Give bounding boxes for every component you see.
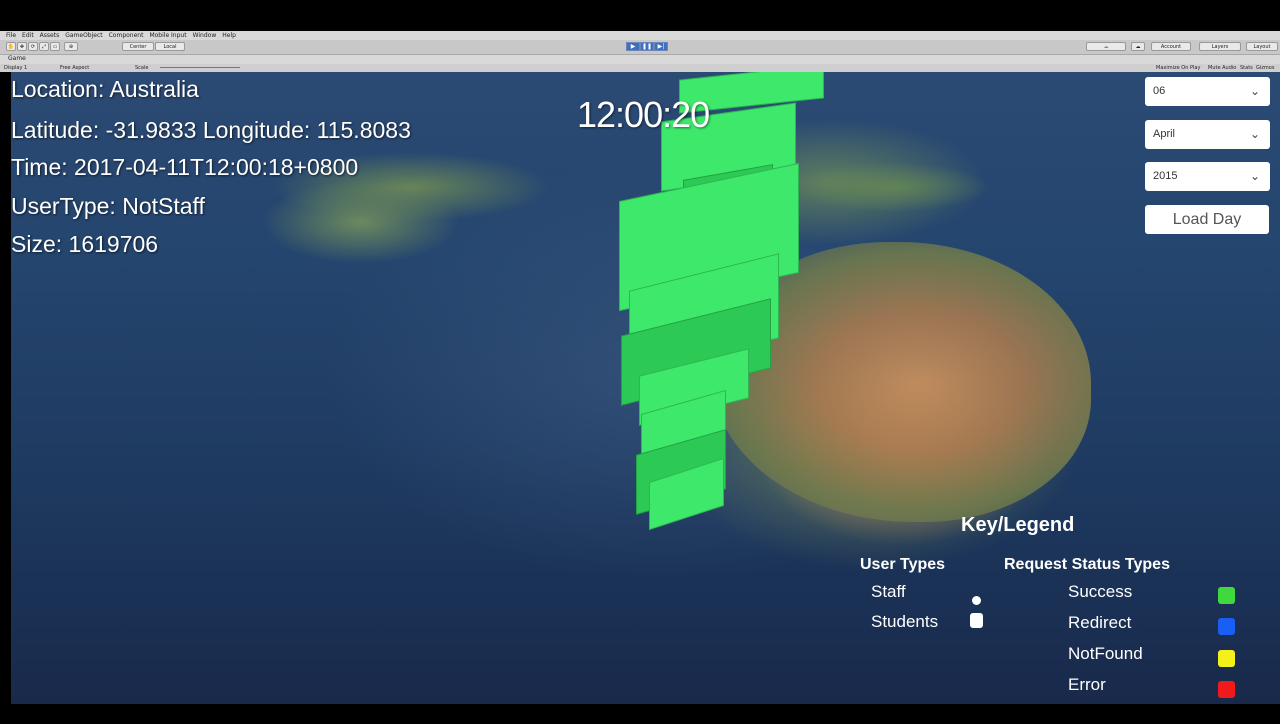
game-viewport[interactable]: Location: Australia Latitude: -31.9833 L…: [11, 72, 1280, 704]
move-tool-icon[interactable]: ✥: [17, 42, 27, 51]
game-tab-label: Game: [8, 55, 26, 62]
legend-success-label: Success: [1068, 582, 1133, 601]
month-value: April: [1153, 128, 1176, 140]
chevron-down-icon: ⌄: [1249, 169, 1260, 183]
user-types-heading: User Types: [860, 556, 946, 573]
rotate-tool-icon[interactable]: ⟳: [28, 42, 38, 51]
layers-button[interactable]: Layers: [1199, 42, 1241, 51]
menu-mobile-input[interactable]: Mobile Input: [149, 31, 186, 40]
aspect-select[interactable]: Free Aspect: [60, 64, 89, 72]
menu-window[interactable]: Window: [193, 31, 217, 40]
account-button[interactable]: Account: [1151, 42, 1191, 51]
latlon-text: Latitude: -31.9833 Longitude: 115.8083: [11, 117, 411, 143]
playback-controls: ▶ ❚❚ ▶|: [626, 42, 668, 51]
maximize-on-play-toggle[interactable]: Maximize On Play: [1156, 64, 1200, 72]
menu-edit[interactable]: Edit: [22, 31, 34, 40]
chevron-down-icon: ⌄: [1249, 127, 1260, 141]
error-swatch: [1218, 681, 1235, 698]
day-value: 06: [1153, 85, 1166, 97]
legend-students-label: Students: [871, 612, 939, 631]
layout-button[interactable]: Layout: [1246, 42, 1278, 51]
location-text: Location: Australia: [11, 76, 199, 102]
pivot-local-button[interactable]: Local: [155, 42, 185, 51]
students-marker-icon: [970, 613, 983, 628]
stats-toggle[interactable]: Stats: [1240, 64, 1253, 72]
usertype-text: UserType: NotStaff: [11, 193, 205, 219]
collab-button[interactable]: ☁: [1086, 42, 1126, 51]
rect-tool-icon[interactable]: ▭: [50, 42, 60, 51]
chevron-down-icon: ⌄: [1249, 84, 1260, 98]
legend-error-label: Error: [1068, 675, 1106, 694]
tab-game[interactable]: Game: [8, 55, 26, 62]
legend-redirect-label: Redirect: [1068, 613, 1132, 632]
pause-icon[interactable]: ❚❚: [640, 42, 654, 51]
success-swatch: [1218, 587, 1235, 604]
staff-marker-icon: [972, 596, 981, 605]
toolbar: ✋ ✥ ⟳ ⤢ ▭ ⊕ Center Local ▶ ❚❚ ▶| ☁ ☁ Acc…: [0, 40, 1280, 55]
legend-notfound-label: NotFound: [1068, 644, 1143, 663]
display-select[interactable]: Display 1: [4, 64, 27, 72]
menu-component[interactable]: Component: [109, 31, 144, 40]
day-select[interactable]: 06 ⌄: [1145, 77, 1270, 106]
notfound-swatch: [1218, 650, 1235, 667]
step-icon[interactable]: ▶|: [654, 42, 668, 51]
clock-display: 12:00:20: [577, 94, 710, 135]
menu-file[interactable]: File: [6, 31, 16, 40]
redirect-swatch: [1218, 618, 1235, 635]
legend-staff-label: Staff: [871, 582, 906, 601]
request-status-heading: Request Status Types: [1004, 556, 1170, 573]
video-letterbox-top: [0, 0, 1280, 31]
game-view-toolbar: Display 1 Free Aspect Scale Maximize On …: [0, 64, 1280, 72]
size-text: Size: 1619706: [11, 231, 159, 257]
menu-bar: File Edit Assets GameObject Component Mo…: [6, 31, 236, 40]
pivot-center-button[interactable]: Center: [122, 42, 154, 51]
time-text: Time: 2017-04-11T12:00:18+0800: [11, 154, 359, 180]
month-select[interactable]: April ⌄: [1145, 120, 1270, 149]
scale-tool-icon[interactable]: ⤢: [39, 42, 49, 51]
transform-tool-icon[interactable]: ⊕: [64, 42, 78, 51]
menu-help[interactable]: Help: [222, 31, 236, 40]
hand-tool-icon[interactable]: ✋: [6, 42, 16, 51]
cloud-icon[interactable]: ☁: [1131, 42, 1145, 51]
year-value: 2015: [1153, 170, 1178, 182]
unity-editor-chrome: File Edit Assets GameObject Component Mo…: [0, 31, 1280, 72]
scale-label: Scale: [135, 65, 149, 71]
new-guinea-landmass: [791, 162, 991, 212]
play-icon[interactable]: ▶: [626, 42, 640, 51]
load-day-button[interactable]: Load Day: [1145, 205, 1269, 234]
gizmos-toggle[interactable]: Gizmos: [1256, 64, 1274, 72]
legend-title: Key/Legend: [961, 514, 1075, 536]
menu-assets[interactable]: Assets: [40, 31, 60, 40]
menu-gameobject[interactable]: GameObject: [65, 31, 102, 40]
scale-slider[interactable]: [160, 67, 240, 68]
year-select[interactable]: 2015 ⌄: [1145, 162, 1270, 191]
mute-audio-toggle[interactable]: Mute Audio: [1208, 64, 1236, 72]
video-letterbox-bottom: [0, 704, 1280, 724]
